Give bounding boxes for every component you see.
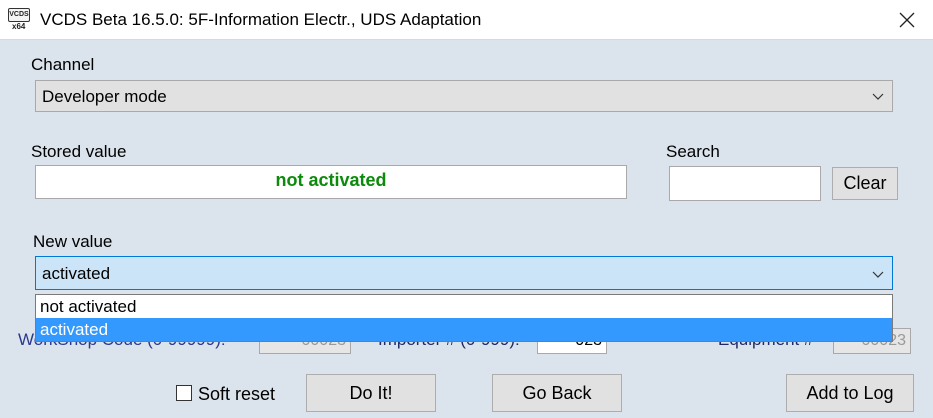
icon-vcds-text: VCDS	[8, 8, 30, 22]
add-to-log-button[interactable]: Add to Log	[786, 374, 914, 412]
search-label: Search	[666, 142, 720, 161]
vcds-app-icon: VCDS x64	[8, 8, 30, 32]
dropdown-option-not-activated[interactable]: not activated	[36, 295, 892, 318]
channel-dropdown[interactable]: Developer mode	[35, 80, 893, 112]
channel-label: Channel	[31, 55, 95, 74]
clear-button[interactable]: Clear	[832, 167, 898, 200]
chevron-down-icon	[872, 271, 884, 278]
new-value-dropdown-list: not activated activated	[35, 294, 893, 342]
do-it-button[interactable]: Do It!	[306, 374, 436, 412]
icon-x64-text: x64	[12, 22, 26, 31]
new-value-value: activated	[42, 264, 111, 283]
stored-value-text: not activated	[275, 170, 387, 190]
new-value-dropdown[interactable]: activated	[35, 256, 893, 290]
close-icon	[899, 12, 914, 28]
chevron-down-icon	[872, 93, 884, 100]
go-back-button[interactable]: Go Back	[492, 374, 622, 412]
stored-value-field: not activated	[35, 165, 627, 199]
soft-reset-label: Soft reset	[198, 384, 276, 404]
channel-value: Developer mode	[42, 87, 167, 106]
title-bar: VCDS x64 VCDS Beta 16.5.0: 5F-Informatio…	[0, 0, 933, 40]
new-value-label: New value	[33, 232, 113, 251]
search-input[interactable]	[669, 166, 821, 201]
stored-value-label: Stored value	[31, 142, 127, 161]
close-button[interactable]	[880, 0, 933, 40]
dropdown-option-activated[interactable]: activated	[36, 318, 892, 341]
client-area: Channel Developer mode Stored value not …	[0, 40, 933, 418]
soft-reset-checkbox[interactable]	[176, 385, 192, 401]
window-title: VCDS Beta 16.5.0: 5F-Information Electr.…	[40, 10, 482, 29]
